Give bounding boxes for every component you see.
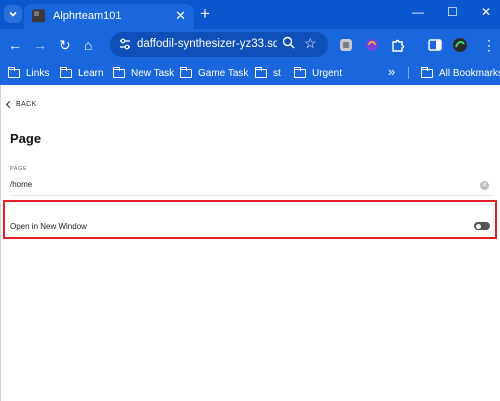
page-field-label: PAGE [10, 166, 28, 172]
reload-icon[interactable]: ↻ [59, 36, 71, 54]
bookmark-folder[interactable]: Game Task [179, 66, 248, 80]
bookmarks-bar: Links Learn New Task Game Task st Urgent… [0, 61, 500, 85]
profile-avatar-icon[interactable] [452, 37, 468, 53]
extension-purple-icon[interactable] [364, 37, 380, 53]
toggle-knob [476, 223, 481, 229]
back-link[interactable]: BACK [5, 100, 37, 109]
folder-icon [7, 66, 20, 78]
zoom-icon[interactable] [282, 36, 295, 49]
tab-search-button[interactable] [4, 5, 22, 23]
browser-menu-icon[interactable]: ⋮ [482, 36, 496, 54]
side-panel-icon[interactable] [427, 37, 443, 53]
bookmarks-divider [408, 67, 409, 79]
extensions-puzzle-icon[interactable] [390, 37, 406, 53]
bookmark-folder[interactable]: st [254, 66, 281, 80]
maximize-button[interactable]: ☐ [447, 4, 458, 20]
folder-icon [254, 66, 267, 78]
bookmark-folder[interactable]: Urgent [293, 66, 342, 80]
page-field-input[interactable]: /home [10, 180, 32, 189]
site-settings-icon[interactable] [118, 37, 132, 51]
home-icon[interactable]: ⌂ [84, 36, 92, 54]
open-in-new-window-toggle[interactable] [474, 222, 490, 230]
open-in-new-window-label: Open in New Window [10, 222, 87, 231]
folder-icon [179, 66, 192, 78]
folder-icon [59, 66, 72, 78]
bookmark-folder[interactable]: New Task [112, 66, 174, 80]
panel-edge [0, 85, 1, 401]
active-tab[interactable]: Alphrteam101 ✕ [24, 4, 194, 29]
bookmark-star-icon[interactable]: ☆ [304, 35, 317, 52]
highlight-box [3, 200, 497, 239]
clear-field-icon[interactable]: ✕ [480, 181, 489, 190]
chevron-down-icon [9, 11, 17, 17]
tab-close-icon[interactable]: ✕ [175, 8, 186, 24]
folder-icon [112, 66, 125, 78]
address-bar[interactable]: daffodil-synthesizer-yz33.squ... ☆ [110, 32, 328, 57]
chevron-left-icon [5, 100, 14, 109]
extension-shield-icon[interactable] [338, 37, 354, 53]
minimize-button[interactable]: — [412, 4, 424, 20]
back-arrow-icon[interactable]: ← [8, 36, 22, 54]
folder-icon [293, 66, 306, 78]
site-favicon-icon [31, 9, 46, 23]
url-text: daffodil-synthesizer-yz33.squ... [137, 38, 277, 50]
tab-title: Alphrteam101 [53, 10, 122, 22]
bookmarks-overflow-button[interactable]: » [388, 64, 395, 79]
page-title: Page [10, 131, 42, 146]
tab-strip: Alphrteam101 ✕ + — ☐ ✕ [0, 0, 500, 29]
new-tab-button[interactable]: + [200, 5, 210, 22]
back-label: BACK [16, 101, 37, 108]
bookmark-folder[interactable]: Links [7, 66, 49, 80]
browser-toolbar: ← → ↻ ⌂ daffodil-synthesizer-yz33.squ...… [0, 29, 500, 61]
forward-arrow-icon[interactable]: → [33, 36, 47, 54]
bookmark-folder[interactable]: Learn [59, 66, 104, 80]
all-bookmarks-button[interactable]: All Bookmarks [420, 66, 500, 80]
field-underline [10, 195, 494, 196]
close-window-button[interactable]: ✕ [481, 4, 491, 20]
folder-icon [420, 66, 433, 78]
